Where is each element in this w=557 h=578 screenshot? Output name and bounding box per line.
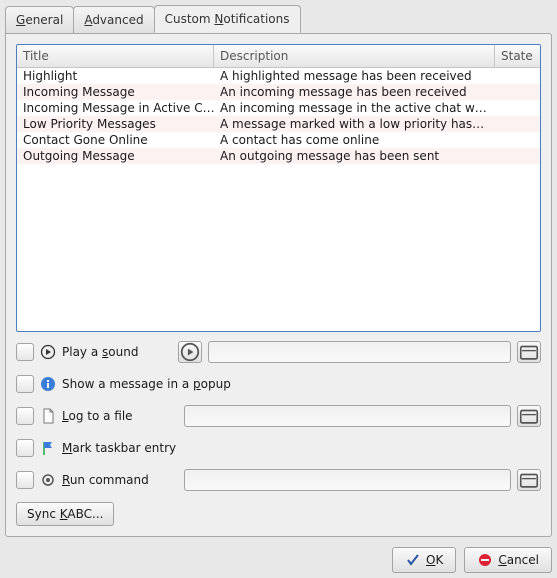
log-file-checkbox[interactable]	[16, 407, 34, 425]
table-row[interactable]: Incoming Message in Active Chat An incom…	[17, 100, 540, 116]
log-browse-button[interactable]	[517, 405, 541, 427]
file-icon	[40, 408, 56, 424]
column-header-state[interactable]: State	[495, 45, 540, 67]
cell-desc: An incoming message in the active chat w…	[220, 101, 489, 115]
play-icon	[40, 344, 56, 360]
table-row[interactable]: Highlight A highlighted message has been…	[17, 68, 540, 84]
panel-custom-notifications: Title Description State Highlight A high…	[5, 33, 552, 537]
cell-desc: An outgoing message has been sent	[220, 149, 489, 163]
play-sound-label: Play a sound	[62, 345, 138, 359]
sound-file-input[interactable]	[208, 341, 511, 363]
column-header-title[interactable]: Title	[17, 45, 214, 67]
cell-state	[489, 149, 534, 163]
cell-title: Highlight	[23, 69, 220, 83]
cell-title: Outgoing Message	[23, 149, 220, 163]
cell-title: Low Priority Messages	[23, 117, 220, 131]
ok-button[interactable]: OK	[392, 547, 456, 573]
log-file-input[interactable]	[184, 405, 511, 427]
notification-list[interactable]: Title Description State Highlight A high…	[16, 44, 541, 332]
tab-general[interactable]: General	[5, 6, 74, 34]
option-mark-taskbar: Mark taskbar entry	[16, 436, 541, 460]
cancel-button[interactable]: Cancel	[464, 547, 552, 573]
cell-state	[489, 101, 534, 115]
list-body: Highlight A highlighted message has been…	[17, 68, 540, 164]
sound-browse-button[interactable]	[517, 341, 541, 363]
mark-taskbar-label: Mark taskbar entry	[62, 441, 176, 455]
cell-state	[489, 69, 534, 83]
table-row[interactable]: Contact Gone Online A contact has come o…	[17, 132, 540, 148]
table-row[interactable]: Outgoing Message An outgoing message has…	[17, 148, 540, 164]
table-row[interactable]: Incoming Message An incoming message has…	[17, 84, 540, 100]
check-icon	[405, 552, 421, 568]
info-icon	[40, 376, 56, 392]
show-popup-checkbox[interactable]	[16, 375, 34, 393]
play-sound-checkbox[interactable]	[16, 343, 34, 361]
cancel-icon	[477, 552, 493, 568]
option-log-file: Log to a file	[16, 404, 541, 428]
run-command-label: Run command	[62, 473, 178, 487]
play-preview-button[interactable]	[178, 341, 202, 363]
option-run-command: Run command	[16, 468, 541, 492]
flag-icon	[40, 440, 56, 456]
cell-desc: A highlighted message has been received	[220, 69, 489, 83]
option-play-sound: Play a sound	[16, 340, 541, 364]
run-browse-button[interactable]	[517, 469, 541, 491]
dialog-footer: OK Cancel	[5, 547, 552, 573]
sync-kabc-button[interactable]: Sync KABC...	[16, 502, 114, 526]
cell-desc: An incoming message has been received	[220, 85, 489, 99]
mark-taskbar-checkbox[interactable]	[16, 439, 34, 457]
gear-icon	[40, 472, 56, 488]
option-show-popup: Show a message in a popup	[16, 372, 541, 396]
tab-bar: General Advanced Custom Notifications	[5, 5, 552, 33]
table-row[interactable]: Low Priority Messages A message marked w…	[17, 116, 540, 132]
run-command-input[interactable]	[184, 469, 511, 491]
cell-title: Contact Gone Online	[23, 133, 220, 147]
cell-desc: A contact has come online	[220, 133, 489, 147]
tab-advanced[interactable]: Advanced	[73, 6, 154, 34]
column-header-description[interactable]: Description	[214, 45, 495, 67]
show-popup-label: Show a message in a popup	[62, 377, 231, 391]
cell-desc: A message marked with a low priority has…	[220, 117, 489, 131]
cell-state	[489, 133, 534, 147]
list-header: Title Description State	[17, 45, 540, 68]
tab-custom-notifications[interactable]: Custom Notifications	[154, 5, 301, 33]
cell-title: Incoming Message in Active Chat	[23, 101, 220, 115]
cell-state	[489, 85, 534, 99]
cell-state	[489, 117, 534, 131]
run-command-checkbox[interactable]	[16, 471, 34, 489]
log-file-label: Log to a file	[62, 409, 178, 423]
cell-title: Incoming Message	[23, 85, 220, 99]
